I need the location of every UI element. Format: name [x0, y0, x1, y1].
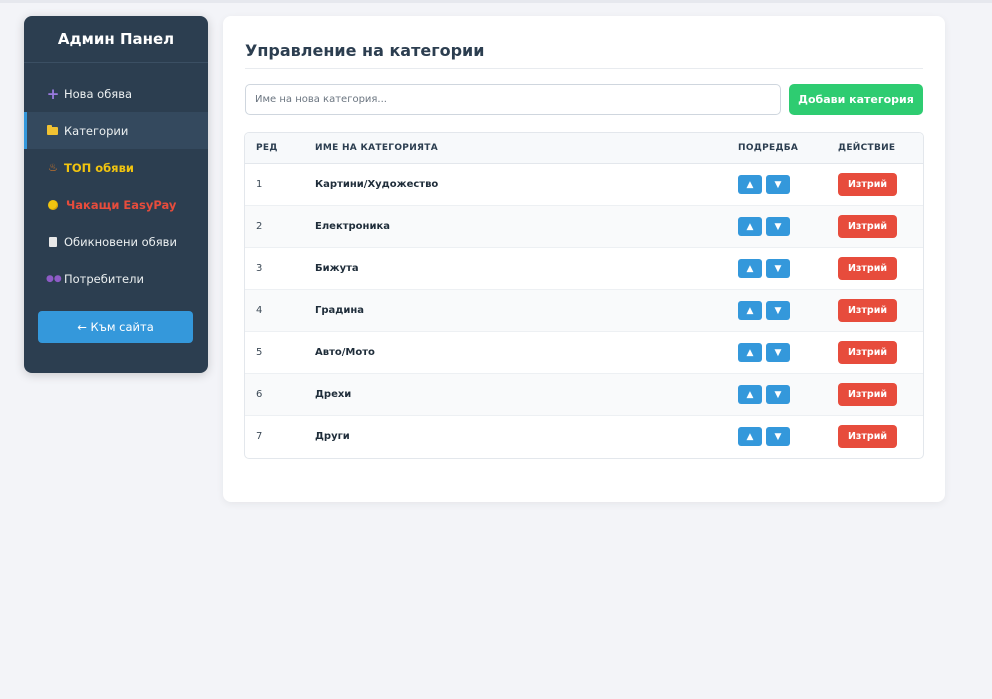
- header-action: ДЕЙСТВИЕ: [838, 143, 896, 153]
- row-order: 1: [256, 179, 263, 190]
- move-down-button[interactable]: ▼: [766, 301, 790, 320]
- sidebar-item-top-listings[interactable]: ♨ ТОП обяви: [24, 149, 208, 186]
- move-up-button[interactable]: ▲: [738, 175, 762, 194]
- sidebar-item-new-listing[interactable]: + Нова обява: [24, 75, 208, 112]
- row-order: 7: [256, 431, 263, 442]
- fire-icon: ♨: [48, 161, 58, 174]
- document-icon: [49, 236, 57, 247]
- sidebar-item-label: Нова обява: [64, 86, 133, 101]
- sidebar-item-label: Обикновени обяви: [64, 234, 177, 249]
- table-row: 5 Авто/Мото ▲ ▼ Изтрий: [245, 332, 923, 374]
- move-up-button[interactable]: ▲: [738, 301, 762, 320]
- categories-card: Управление на категории Добави категория…: [223, 16, 945, 502]
- header-name: ИМЕ НА КАТЕГОРИЯТА: [315, 143, 438, 153]
- header-sort: ПОДРЕДБА: [738, 143, 799, 153]
- move-up-button[interactable]: ▲: [738, 385, 762, 404]
- table-row: 7 Други ▲ ▼ Изтрий: [245, 416, 923, 458]
- sidebar-item-label: Категории: [64, 123, 129, 138]
- move-up-button[interactable]: ▲: [738, 217, 762, 236]
- row-name: Градина: [315, 305, 365, 316]
- sidebar-item-label: ТОП обяви: [64, 160, 134, 175]
- move-down-button[interactable]: ▼: [766, 217, 790, 236]
- row-name: Електроника: [315, 221, 390, 232]
- delete-button[interactable]: Изтрий: [838, 257, 897, 280]
- sidebar-item-label: Потребители: [64, 271, 144, 286]
- sidebar-nav: + Нова обява Категории ♨ ТОП обяви Чакащ…: [24, 75, 208, 297]
- title-divider: [245, 68, 923, 69]
- row-order: 3: [256, 263, 263, 274]
- table-row: 6 Дрехи ▲ ▼ Изтрий: [245, 374, 923, 416]
- page-title: Управление на категории: [245, 41, 485, 60]
- table-header: РЕД ИМЕ НА КАТЕГОРИЯТА ПОДРЕДБА ДЕЙСТВИЕ: [245, 133, 923, 164]
- add-category-button[interactable]: Добави категория: [789, 84, 923, 115]
- sidebar-item-easypay[interactable]: Чакащи EasyPay: [24, 186, 208, 223]
- sidebar-title: Админ Панел: [24, 16, 208, 63]
- row-name: Дрехи: [315, 389, 352, 400]
- coin-icon: [48, 199, 58, 210]
- delete-button[interactable]: Изтрий: [838, 425, 897, 448]
- row-name: Други: [315, 431, 350, 442]
- delete-button[interactable]: Изтрий: [838, 383, 897, 406]
- move-down-button[interactable]: ▼: [766, 385, 790, 404]
- table-row: 1 Картини/Художество ▲ ▼ Изтрий: [245, 164, 923, 206]
- sidebar: Админ Панел + Нова обява Категории ♨ ТОП…: [24, 16, 208, 373]
- users-icon: ●●: [46, 273, 62, 284]
- sidebar-item-users[interactable]: ●● Потребители: [24, 260, 208, 297]
- table-row: 3 Бижута ▲ ▼ Изтрий: [245, 248, 923, 290]
- delete-button[interactable]: Изтрий: [838, 299, 897, 322]
- delete-button[interactable]: Изтрий: [838, 173, 897, 196]
- top-edge: [0, 0, 992, 3]
- move-up-button[interactable]: ▲: [738, 343, 762, 362]
- plus-icon: +: [46, 84, 60, 103]
- folder-icon: [47, 124, 58, 135]
- table-row: 4 Градина ▲ ▼ Изтрий: [245, 290, 923, 332]
- move-down-button[interactable]: ▼: [766, 175, 790, 194]
- sidebar-item-categories[interactable]: Категории: [24, 112, 208, 149]
- row-name: Бижута: [315, 263, 359, 274]
- row-order: 2: [256, 221, 263, 232]
- delete-button[interactable]: Изтрий: [838, 215, 897, 238]
- move-down-button[interactable]: ▼: [766, 259, 790, 278]
- header-order: РЕД: [256, 143, 278, 153]
- delete-button[interactable]: Изтрий: [838, 341, 897, 364]
- move-down-button[interactable]: ▼: [766, 343, 790, 362]
- move-up-button[interactable]: ▲: [738, 259, 762, 278]
- categories-table: РЕД ИМЕ НА КАТЕГОРИЯТА ПОДРЕДБА ДЕЙСТВИЕ…: [244, 132, 924, 459]
- move-up-button[interactable]: ▲: [738, 427, 762, 446]
- sidebar-item-regular-listings[interactable]: Обикновени обяви: [24, 223, 208, 260]
- row-order: 5: [256, 347, 263, 358]
- move-down-button[interactable]: ▼: [766, 427, 790, 446]
- row-order: 4: [256, 305, 263, 316]
- row-order: 6: [256, 389, 263, 400]
- new-category-input[interactable]: [245, 84, 781, 115]
- row-name: Авто/Мото: [315, 347, 375, 358]
- row-name: Картини/Художество: [315, 179, 439, 190]
- table-row: 2 Електроника ▲ ▼ Изтрий: [245, 206, 923, 248]
- sidebar-item-label: Чакащи EasyPay: [66, 197, 177, 212]
- back-to-site-button[interactable]: ← Към сайта: [38, 311, 193, 343]
